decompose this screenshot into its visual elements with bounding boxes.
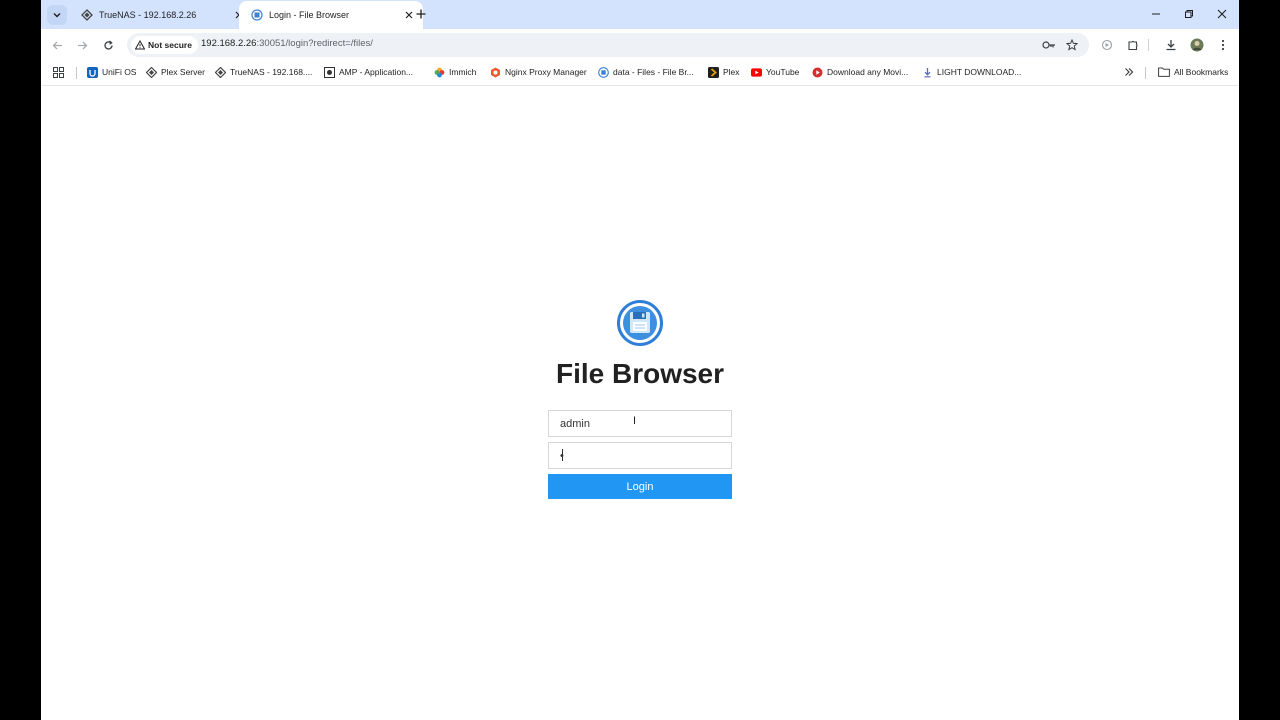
- close-icon: [1217, 9, 1227, 19]
- url-text: 192.168.2.26:30051/login?redirect=/files…: [201, 38, 373, 49]
- minimize-button[interactable]: [1148, 6, 1164, 22]
- immich-icon: [434, 67, 445, 78]
- nginx-icon: [490, 67, 501, 78]
- bookmark-truenas[interactable]: TrueNAS - 192.168....: [215, 65, 312, 79]
- truenas-icon: [81, 9, 93, 21]
- filebrowser-logo-icon: [617, 300, 663, 346]
- bookmark-label: UniFi OS: [102, 67, 137, 77]
- bookmark-immich[interactable]: Immich: [434, 65, 476, 79]
- url-path: :30051/login?redirect=/files/: [256, 38, 373, 49]
- bookmark-label: Nginx Proxy Manager: [505, 67, 587, 77]
- tab-strip: TrueNAS - 192.168.2.26 Login - File Brow…: [41, 0, 1239, 29]
- chevron-down-icon: [53, 13, 61, 18]
- restore-button[interactable]: [1181, 6, 1197, 22]
- bookmark-plex[interactable]: Plex: [708, 65, 740, 79]
- star-icon: [1066, 39, 1078, 51]
- url-host: 192.168.2.26: [201, 38, 257, 49]
- bookmark-amp[interactable]: AMP - Application...: [324, 65, 413, 79]
- tab-search-button[interactable]: [47, 5, 67, 25]
- tab-truenas[interactable]: TrueNAS - 192.168.2.26: [69, 1, 253, 29]
- apps-button[interactable]: [53, 65, 64, 79]
- avatar-icon: [1190, 38, 1204, 52]
- reload-button[interactable]: [100, 37, 116, 53]
- filebrowser-icon: [598, 66, 609, 78]
- bookmark-label: Plex Server: [161, 67, 205, 77]
- close-window-button[interactable]: [1214, 6, 1230, 22]
- password-input[interactable]: [548, 442, 732, 469]
- truenas-icon: [215, 66, 226, 78]
- amp-icon: [324, 66, 335, 78]
- download-icon: [1166, 40, 1176, 51]
- tab-title: Login - File Browser: [269, 10, 350, 20]
- login-button[interactable]: Login: [548, 474, 732, 499]
- warning-icon: [135, 40, 145, 50]
- forward-button[interactable]: [74, 37, 90, 53]
- bookmarks-bar: UniFi OS Plex Server TrueNAS - 192.168..…: [41, 60, 1239, 86]
- plex-icon: [708, 66, 719, 78]
- bookmark-unifi[interactable]: UniFi OS: [87, 65, 136, 79]
- text-cursor-icon: I: [633, 415, 637, 427]
- security-label: Not secure: [148, 40, 192, 50]
- bookmarks-divider: [76, 67, 77, 79]
- apps-grid-icon: [53, 66, 64, 78]
- extensions-icon: [1128, 40, 1138, 51]
- new-tab-button[interactable]: [413, 6, 429, 22]
- bookmark-label: TrueNAS - 192.168....: [230, 67, 313, 77]
- light-download-icon: [922, 67, 933, 78]
- menu-button[interactable]: [1215, 37, 1231, 53]
- page-content: File Browser I Login: [41, 86, 1239, 720]
- address-bar[interactable]: Not secure 192.168.2.26:30051/login?redi…: [127, 33, 1089, 57]
- username-input[interactable]: [548, 410, 732, 437]
- more-vertical-icon: [1221, 39, 1225, 51]
- plus-icon: [416, 9, 426, 19]
- bookmark-youtube[interactable]: YouTube: [751, 65, 799, 79]
- bookmark-filebrowser[interactable]: data - Files - File Br...: [598, 65, 694, 79]
- tab-title: TrueNAS - 192.168.2.26: [99, 10, 197, 20]
- reload-icon: [103, 40, 113, 50]
- browser-toolbar: Not secure 192.168.2.26:30051/login?redi…: [41, 29, 1239, 60]
- arrow-left-icon: [52, 41, 62, 49]
- puzzle-piece-icon: [1101, 39, 1113, 51]
- extensions-button[interactable]: [1125, 37, 1141, 53]
- password-manager-button[interactable]: [1041, 37, 1057, 53]
- bookmark-label: LIGHT DOWNLOAD...: [937, 67, 1022, 77]
- profile-avatar[interactable]: [1189, 37, 1205, 53]
- filebrowser-icon: [251, 9, 263, 21]
- downloads-button[interactable]: [1163, 37, 1179, 53]
- bookmark-label: Plex: [723, 67, 740, 77]
- security-chip[interactable]: Not secure: [131, 36, 198, 54]
- bookmark-plex-server[interactable]: Plex Server: [146, 65, 205, 79]
- restore-icon: [1185, 10, 1193, 18]
- bookmark-label: Immich: [449, 67, 477, 77]
- media-button[interactable]: [1099, 37, 1115, 53]
- download-movie-icon: [812, 67, 823, 78]
- toolbar-divider: [1148, 39, 1149, 51]
- all-bookmarks-button[interactable]: All Bookmarks: [1157, 65, 1228, 79]
- bookmarks-divider: [1145, 67, 1146, 79]
- plex-server-icon: [146, 66, 157, 78]
- chevron-double-right-icon: [1125, 68, 1134, 76]
- bookmark-label: Download any Movi...: [827, 67, 909, 77]
- youtube-icon: [751, 67, 762, 78]
- key-icon: [1042, 41, 1055, 49]
- minimize-icon: [1152, 13, 1160, 15]
- bookmark-download-movie[interactable]: Download any Movi...: [812, 65, 908, 79]
- input-caret: [562, 449, 563, 461]
- arrow-right-icon: [77, 41, 87, 49]
- tab-file-browser[interactable]: Login - File Browser: [239, 1, 423, 29]
- bookmark-star-button[interactable]: [1064, 37, 1080, 53]
- unifi-icon: [87, 66, 98, 78]
- bookmark-light-download[interactable]: LIGHT DOWNLOAD...: [922, 65, 1021, 79]
- app-title: File Browser: [555, 358, 725, 389]
- browser-window: TrueNAS - 192.168.2.26 Login - File Brow…: [41, 0, 1239, 720]
- bookmark-label: data - Files - File Br...: [613, 67, 694, 77]
- bookmark-label: YouTube: [766, 67, 800, 77]
- back-button[interactable]: [49, 37, 65, 53]
- bookmark-nginx[interactable]: Nginx Proxy Manager: [490, 65, 587, 79]
- folder-icon: [1157, 67, 1170, 78]
- more-bookmarks-button[interactable]: [1124, 65, 1134, 79]
- bookmark-label: AMP - Application...: [339, 67, 414, 77]
- all-bookmarks-label: All Bookmarks: [1174, 67, 1229, 77]
